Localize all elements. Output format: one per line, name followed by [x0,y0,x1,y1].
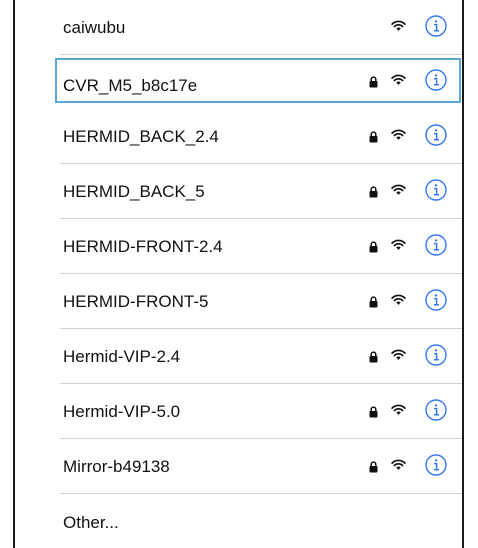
row-separator [60,54,462,55]
wifi-icon [391,238,406,251]
wifi-icon [391,19,406,32]
network-row[interactable]: HERMID_BACK_5 [15,164,462,219]
wifi-icon [391,403,406,416]
info-icon[interactable] [425,179,447,201]
network-name: HERMID-FRONT-2.4 [63,237,223,256]
network-row[interactable]: Mirror-b49138 [15,439,462,494]
wifi-icon [391,458,406,471]
info-icon[interactable] [425,234,447,256]
network-row[interactable]: Hermid-VIP-2.4 [15,329,462,384]
network-row[interactable]: HERMID-FRONT-2.4 [15,219,462,274]
row-separator [60,493,462,494]
other-network-button[interactable]: Other... [63,498,119,548]
info-icon[interactable] [425,124,447,146]
network-row[interactable]: HERMID-FRONT-5 [15,274,462,329]
network-name: Hermid-VIP-5.0 [63,402,181,421]
network-name: CVR_M5_b8c17e [63,76,198,95]
wifi-network-list-panel: caiwubu CVR_M5_b8c17e HERMID_BACK_2.4 HERMI… [13,0,464,548]
network-name: HERMID-FRONT-5 [63,292,209,311]
network-name: HERMID_BACK_5 [63,182,205,201]
info-icon[interactable] [425,15,447,37]
network-name: Hermid-VIP-2.4 [63,347,181,366]
network-name: caiwubu [63,18,126,37]
wifi-icon [391,73,406,86]
lock-icon [369,350,378,363]
lock-icon [369,295,378,308]
wifi-icon [391,293,406,306]
wifi-icon [391,128,406,141]
network-row[interactable]: HERMID_BACK_2.4 [15,109,462,164]
wifi-icon [391,183,406,196]
network-row[interactable]: Hermid-VIP-5.0 [15,384,462,439]
info-icon[interactable] [425,454,447,476]
lock-icon [369,130,378,143]
network-name: HERMID_BACK_2.4 [63,127,219,146]
info-icon[interactable] [425,399,447,421]
network-row[interactable]: CVR_M5_b8c17e [55,58,461,103]
lock-icon [369,75,378,88]
lock-icon [369,460,378,473]
network-row[interactable]: caiwubu [15,0,462,55]
info-icon[interactable] [425,69,447,91]
network-name: Mirror-b49138 [63,457,170,476]
lock-icon [369,405,378,418]
wifi-icon [391,348,406,361]
lock-icon [369,240,378,253]
lock-icon [369,185,378,198]
info-icon[interactable] [425,289,447,311]
info-icon[interactable] [425,344,447,366]
